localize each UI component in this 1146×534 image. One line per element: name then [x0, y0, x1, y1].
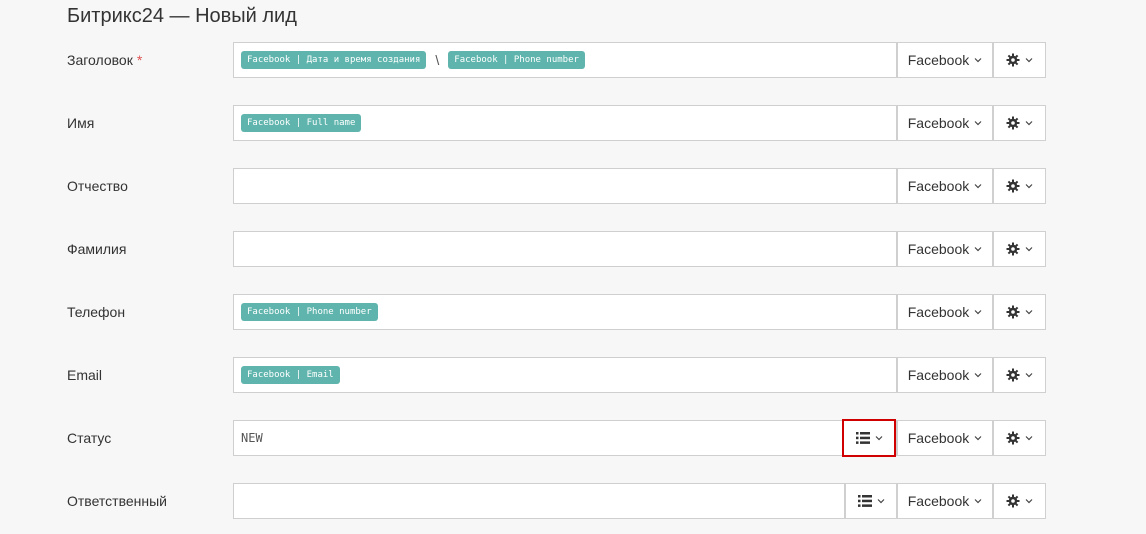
field-label-text: Заголовок	[67, 52, 133, 68]
form-row-responsible: Ответственный Facebook	[0, 483, 1146, 519]
chevron-down-icon	[875, 436, 882, 441]
tag-separator: \	[435, 52, 440, 68]
field-label: Статус	[67, 430, 112, 446]
field-tag[interactable]: Facebook | Email	[241, 366, 340, 384]
chevron-down-icon	[1025, 373, 1033, 378]
source-dropdown-button[interactable]: Facebook	[897, 483, 993, 519]
form-row-name: Имя Facebook | Full name Facebook	[0, 105, 1146, 141]
source-label: Facebook	[907, 241, 970, 257]
settings-button[interactable]	[993, 105, 1046, 141]
required-marker: *	[136, 52, 143, 68]
field-label: Email	[67, 367, 103, 383]
chevron-down-icon	[877, 499, 884, 504]
chevron-down-icon	[1025, 184, 1033, 189]
form-row-status: Статус NEW Facebook	[0, 419, 1146, 457]
source-label: Facebook	[907, 304, 970, 320]
chevron-down-icon	[974, 436, 982, 441]
gear-icon	[1006, 179, 1020, 193]
chevron-down-icon	[974, 499, 982, 504]
status-field[interactable]: NEW	[233, 420, 897, 456]
name-field[interactable]: Facebook | Full name	[233, 105, 897, 141]
gear-icon	[1006, 431, 1020, 445]
source-dropdown-button[interactable]: Facebook	[897, 168, 993, 204]
source-label: Facebook	[907, 430, 970, 446]
gear-icon	[1006, 116, 1020, 130]
source-dropdown-button[interactable]: Facebook	[897, 294, 993, 330]
gear-icon	[1006, 368, 1020, 382]
chevron-down-icon	[974, 58, 982, 63]
field-label: Телефон	[67, 304, 126, 320]
form-row-phone: Телефон Facebook | Phone number Facebook	[0, 294, 1146, 330]
settings-button[interactable]	[993, 483, 1046, 519]
chevron-down-icon	[974, 121, 982, 126]
gear-icon	[1006, 242, 1020, 256]
settings-button[interactable]	[993, 168, 1046, 204]
status-list-button[interactable]	[842, 419, 896, 457]
field-label: Заголовок *	[67, 42, 142, 78]
gear-icon	[1006, 494, 1020, 508]
field-label: Имя	[67, 115, 95, 131]
chevron-down-icon	[1025, 310, 1033, 315]
email-field[interactable]: Facebook | Email	[233, 357, 897, 393]
source-label: Facebook	[907, 52, 970, 68]
source-dropdown-button[interactable]: Facebook	[897, 105, 993, 141]
field-tag[interactable]: Facebook | Дата и время создания	[241, 51, 427, 69]
chevron-down-icon	[974, 310, 982, 315]
source-label: Facebook	[907, 367, 970, 383]
source-dropdown-button[interactable]: Facebook	[897, 42, 993, 78]
gear-icon	[1006, 53, 1020, 67]
field-tag[interactable]: Facebook | Phone number	[241, 303, 378, 321]
surname-field[interactable]	[233, 231, 897, 267]
field-label: Фамилия	[67, 241, 127, 257]
form-row-surname: Фамилия Facebook	[0, 231, 1146, 267]
patronymic-field[interactable]	[233, 168, 897, 204]
status-value: NEW	[241, 431, 263, 445]
phone-field[interactable]: Facebook | Phone number	[233, 294, 897, 330]
settings-button[interactable]	[993, 357, 1046, 393]
field-tag[interactable]: Facebook | Full name	[241, 114, 362, 132]
title-field[interactable]: Facebook | Дата и время создания \ Faceb…	[233, 42, 897, 78]
settings-button[interactable]	[993, 420, 1046, 456]
source-label: Facebook	[907, 493, 970, 509]
list-icon	[857, 495, 872, 507]
chevron-down-icon	[974, 184, 982, 189]
form-row-patronymic: Отчество Facebook	[0, 168, 1146, 204]
chevron-down-icon	[1025, 436, 1033, 441]
responsible-list-button[interactable]	[845, 483, 897, 519]
chevron-down-icon	[974, 373, 982, 378]
chevron-down-icon	[1025, 58, 1033, 63]
field-tag[interactable]: Facebook | Phone number	[448, 51, 585, 69]
chevron-down-icon	[1025, 499, 1033, 504]
source-label: Facebook	[907, 178, 970, 194]
page-title: Битрикс24 — Новый лид	[67, 5, 297, 27]
field-label: Отчество	[67, 178, 128, 194]
settings-button[interactable]	[993, 42, 1046, 78]
responsible-field[interactable]	[233, 483, 845, 519]
source-label: Facebook	[907, 115, 970, 131]
settings-button[interactable]	[993, 294, 1046, 330]
chevron-down-icon	[1025, 121, 1033, 126]
form-row-email: Email Facebook | Email Facebook	[0, 357, 1146, 393]
settings-button[interactable]	[993, 231, 1046, 267]
source-dropdown-button[interactable]: Facebook	[897, 357, 993, 393]
form-row-title: Заголовок * Facebook | Дата и время созда…	[0, 42, 1146, 78]
gear-icon	[1006, 305, 1020, 319]
source-dropdown-button[interactable]: Facebook	[897, 420, 993, 456]
list-icon	[855, 432, 870, 444]
chevron-down-icon	[974, 247, 982, 252]
chevron-down-icon	[1025, 247, 1033, 252]
field-label: Ответственный	[67, 493, 167, 509]
source-dropdown-button[interactable]: Facebook	[897, 231, 993, 267]
